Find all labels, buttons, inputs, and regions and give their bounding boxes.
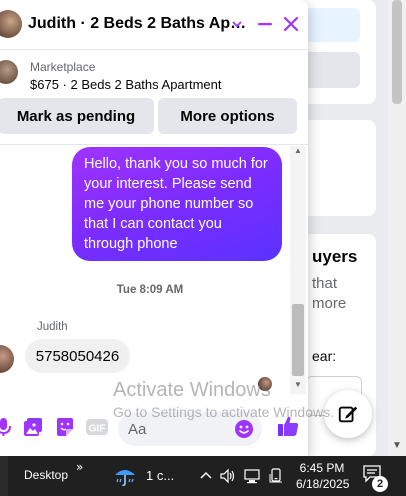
- emoji-button[interactable]: [234, 419, 254, 439]
- background-text: that: [312, 275, 338, 292]
- page-scroll-down-arrow[interactable]: ▼: [392, 440, 402, 451]
- listing-title[interactable]: $675 · 2 Beds 2 Baths Apartment: [30, 77, 222, 92]
- send-like-button[interactable]: [276, 414, 300, 438]
- listing-label: Marketplace: [30, 60, 96, 74]
- message-input-wrapper: [118, 412, 262, 446]
- clock[interactable]: 6:45 PM 6/18/2025: [296, 460, 350, 492]
- compose-icon: [338, 406, 358, 423]
- listing-summary[interactable]: Marketplace $675 · 2 Beds 2 Baths Apartm…: [0, 52, 308, 96]
- close-chat-button[interactable]: [280, 13, 302, 35]
- listing-thumbnail[interactable]: [0, 60, 18, 84]
- speaker-icon: [220, 468, 235, 484]
- gif-button[interactable]: GIF: [86, 416, 108, 438]
- thumbs-up-icon: [278, 416, 299, 436]
- new-message-button[interactable]: [324, 390, 372, 438]
- photo-icon: [24, 418, 42, 436]
- divider: [0, 144, 308, 145]
- background-pill[interactable]: [300, 8, 360, 42]
- gif-icon: GIF: [86, 419, 108, 435]
- notification-count-badge: 2: [372, 476, 388, 492]
- minimize-icon: [258, 23, 272, 26]
- incoming-message[interactable]: 5758050426: [25, 339, 130, 373]
- background-text: more: [312, 295, 347, 312]
- chat-options-button[interactable]: [226, 13, 248, 35]
- chat-scroll-down-arrow[interactable]: ▼: [294, 380, 302, 389]
- sticker-button[interactable]: [54, 416, 76, 438]
- background-section-title: uyers: [312, 247, 358, 266]
- close-icon: [283, 16, 299, 32]
- mark-as-pending-button[interactable]: Mark as pending: [0, 98, 154, 134]
- network-button[interactable]: [244, 468, 260, 484]
- sender-name: Judith: [37, 321, 68, 333]
- message-timestamp: Tue 8:09 AM: [116, 284, 184, 296]
- microphone-icon: [0, 418, 11, 436]
- show-hidden-icons-button[interactable]: [198, 468, 214, 484]
- background-text: ear:: [312, 348, 337, 364]
- clock-date: 6/18/2025: [296, 477, 350, 491]
- emoji-icon: [235, 420, 253, 438]
- chat-scroll-up-arrow[interactable]: ▲: [294, 146, 302, 155]
- device-icon: [269, 468, 282, 483]
- network-icon: [244, 469, 260, 484]
- toolbar-expand-chevron[interactable]: »: [76, 460, 83, 474]
- chevron-down-icon: [232, 21, 242, 28]
- clock-time: 6:45 PM: [299, 461, 345, 475]
- read-receipt-avatar: [258, 377, 272, 391]
- page-scrollbar-thumb[interactable]: [392, 0, 402, 104]
- weather-icon[interactable]: [113, 464, 137, 488]
- chat-scrollbar-thumb[interactable]: [292, 304, 304, 376]
- attach-photo-button[interactable]: [22, 416, 44, 438]
- device-button[interactable]: [268, 468, 284, 484]
- sticker-icon: [57, 418, 73, 436]
- more-options-button[interactable]: More options: [158, 98, 297, 134]
- volume-button[interactable]: [220, 468, 236, 484]
- chat-title[interactable]: Judith · 2 Beds 2 Baths Ap…: [28, 15, 246, 33]
- desktop-toolbar-label[interactable]: Desktop: [24, 468, 68, 482]
- message-input[interactable]: [128, 418, 228, 440]
- avatar[interactable]: [0, 10, 22, 38]
- taskbar-edge: [0, 456, 8, 496]
- sender-avatar[interactable]: [0, 345, 14, 373]
- outgoing-message[interactable]: Hello, thank you so much for your intere…: [72, 147, 282, 261]
- taskbar: Desktop » 1 c... 6:45 PM 6/18/2025 2: [0, 456, 406, 496]
- background-pill[interactable]: [300, 52, 360, 88]
- minimize-chat-button[interactable]: [254, 13, 276, 35]
- chevron-up-icon: [200, 471, 212, 479]
- voice-clip-button[interactable]: [0, 416, 14, 438]
- weather-text[interactable]: 1 c...: [146, 468, 174, 483]
- chat-window: Judith · 2 Beds 2 Baths Ap… Marketplace …: [0, 0, 308, 456]
- message-composer: GIF: [0, 404, 308, 448]
- chat-header[interactable]: Judith · 2 Beds 2 Baths Ap…: [0, 0, 308, 50]
- svg-text:GIF: GIF: [89, 424, 106, 435]
